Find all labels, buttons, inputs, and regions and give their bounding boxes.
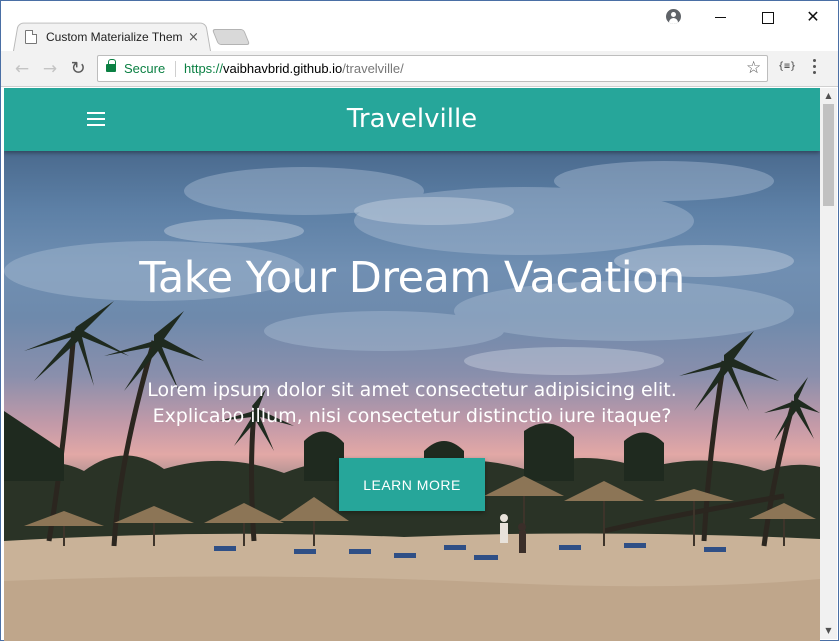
browser-tab-content[interactable]: Custom Materialize Them × <box>25 26 211 48</box>
address-separator <box>175 61 176 77</box>
site-navbar: Travelville <box>4 88 820 151</box>
reload-icon[interactable]: ↻ <box>67 58 89 80</box>
browser-window: Custom Materialize Them × ✕ ← → ↻ Secure… <box>0 0 839 641</box>
page-viewport: Travelville Take Your Dream Vacation Lor… <box>4 88 820 641</box>
kebab-menu-icon[interactable] <box>813 59 817 79</box>
hero-title: Take Your Dream Vacation <box>139 253 685 303</box>
page-scrollbar[interactable]: ▲ ▼ <box>820 88 837 639</box>
forward-arrow-icon[interactable]: → <box>39 58 61 80</box>
brand-logo[interactable]: Travelville <box>4 88 820 151</box>
maximize-button[interactable] <box>757 7 777 27</box>
lock-icon[interactable] <box>106 59 116 72</box>
url-path: /travelville/ <box>342 61 404 76</box>
secure-label[interactable]: Secure <box>124 61 165 76</box>
scroll-up-icon[interactable]: ▲ <box>820 88 837 104</box>
scrollbar-thumb[interactable] <box>823 104 834 206</box>
hero-section: Take Your Dream Vacation Lorem ipsum dol… <box>4 151 820 641</box>
page-icon <box>25 30 37 44</box>
close-window-button[interactable]: ✕ <box>803 7 823 27</box>
hero-subtitle: Lorem ipsum dolor sit amet consectetur a… <box>147 379 677 427</box>
url-text[interactable]: https://vaibhavbrid.github.io/travelvill… <box>184 61 404 76</box>
tab-strip: Custom Materialize Them × ✕ <box>1 1 838 51</box>
address-bar[interactable]: Secure https://vaibhavbrid.github.io/tra… <box>97 55 768 82</box>
scroll-down-icon[interactable]: ▼ <box>820 623 837 639</box>
profile-icon[interactable] <box>666 9 681 24</box>
tab-close-icon[interactable]: × <box>188 30 199 45</box>
tab-title: Custom Materialize Them <box>46 30 182 44</box>
extension-icon[interactable]: {≡} <box>778 61 796 72</box>
new-tab-icon[interactable] <box>211 29 251 45</box>
minimize-button[interactable] <box>711 7 731 27</box>
url-scheme: https:// <box>184 61 224 76</box>
browser-toolbar: ← → ↻ Secure https://vaibhavbrid.github.… <box>1 51 838 87</box>
star-icon[interactable]: ☆ <box>746 58 761 78</box>
url-host: vaibhavbrid.github.io <box>223 61 343 76</box>
learn-more-button[interactable]: Learn More <box>339 458 485 511</box>
back-arrow-icon[interactable]: ← <box>11 58 33 80</box>
